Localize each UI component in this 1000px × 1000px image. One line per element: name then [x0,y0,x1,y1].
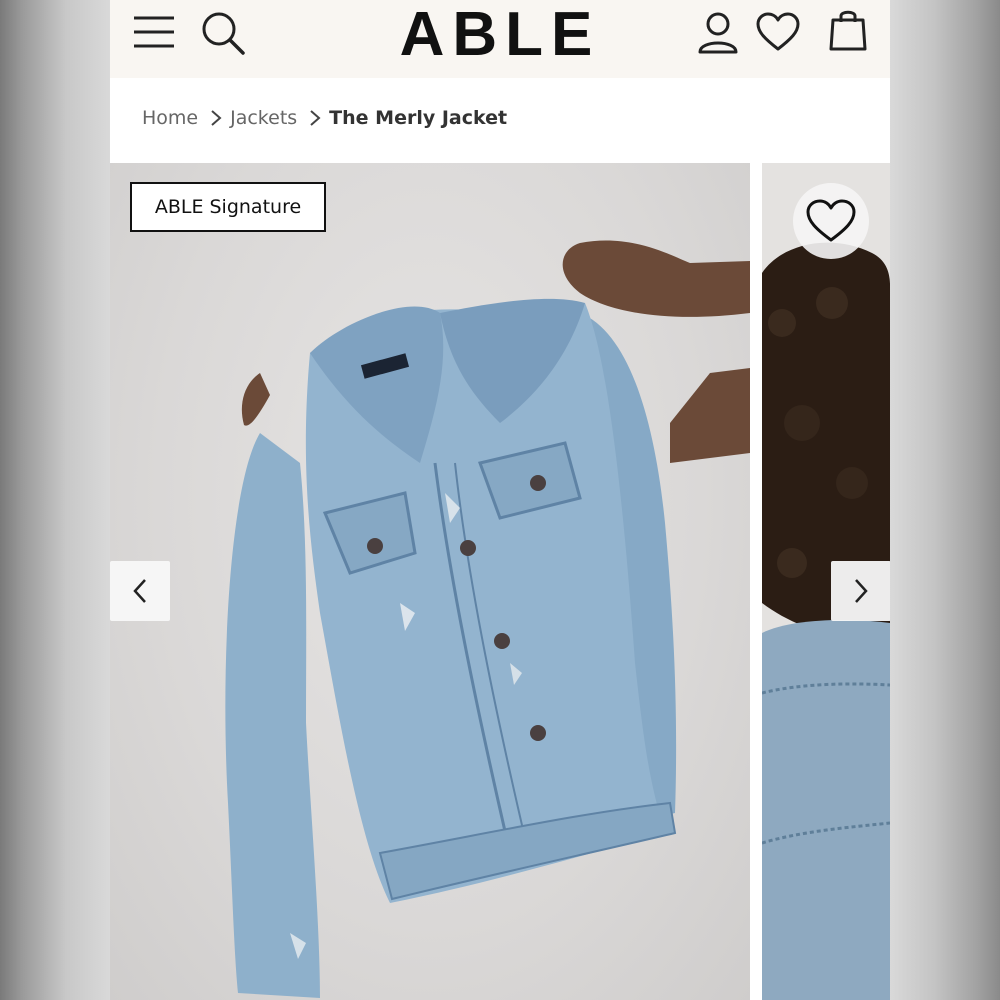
bag-icon[interactable] [828,6,868,52]
backdrop-left [0,0,110,1000]
heart-outline-icon [805,198,857,244]
account-icon[interactable] [696,10,740,56]
breadcrumb-home[interactable]: Home [142,107,198,129]
jacket-illustration [225,240,750,998]
chevron-left-icon [132,578,148,604]
breadcrumb-jackets[interactable]: Jackets [230,107,297,129]
mobile-page: ABLE Home Jackets The Merly Jacket ABLE … [110,0,890,1000]
chevron-right-icon [210,109,222,127]
breadcrumb: Home Jackets The Merly Jacket [142,104,507,132]
chevron-right-icon [853,578,869,604]
site-header: ABLE [110,0,890,78]
favorite-button[interactable] [793,183,869,259]
backdrop-right [890,0,1000,1000]
product-gallery: ABLE Signature [110,163,890,1000]
gallery-prev-button[interactable] [110,561,170,621]
gallery-next-button[interactable] [831,561,890,621]
chevron-right-icon [309,109,321,127]
signature-badge: ABLE Signature [130,182,326,232]
breadcrumb-current: The Merly Jacket [329,107,508,129]
product-image[interactable] [110,163,750,1000]
wishlist-heart-icon[interactable] [755,12,801,52]
